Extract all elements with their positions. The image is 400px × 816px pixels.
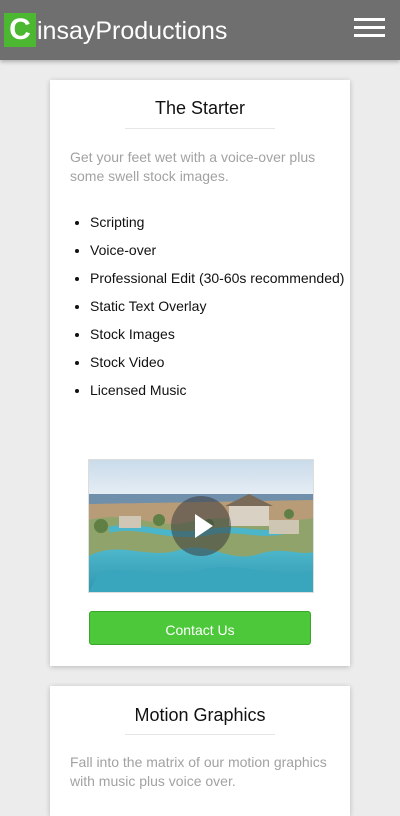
package-description: Fall into the matrix of our motion graph…	[70, 754, 327, 789]
feature-item: Scripting	[90, 214, 350, 231]
logo-icon[interactable]: C	[4, 13, 36, 47]
package-card-motion-graphics: Motion Graphics Fall into the matrix of …	[50, 686, 350, 816]
package-title: The Starter	[154, 98, 246, 118]
feature-item: Professional Edit (30-60s recommended)	[90, 270, 350, 287]
feature-item: Stock Video	[90, 354, 350, 371]
video-thumbnail[interactable]	[88, 459, 314, 593]
title-divider	[125, 128, 275, 129]
brand-name[interactable]: insayProductions	[37, 15, 227, 47]
feature-item: Stock Images	[90, 326, 350, 343]
site-header: C insayProductions	[0, 0, 400, 60]
contact-us-button[interactable]: Contact Us	[89, 611, 311, 645]
menu-bar	[354, 26, 385, 29]
menu-bar	[354, 18, 385, 21]
feature-item: Voice-over	[90, 242, 350, 259]
hamburger-icon[interactable]	[354, 18, 385, 42]
menu-bar	[354, 34, 385, 37]
package-card-starter: The Starter Get your feet wet with a voi…	[50, 80, 350, 666]
feature-item: Licensed Music	[90, 382, 350, 399]
feature-list: Scripting Voice-over Professional Edit (…	[70, 214, 350, 399]
play-icon[interactable]	[171, 496, 231, 556]
feature-item: Static Text Overlay	[90, 298, 350, 315]
package-title: Motion Graphics	[134, 705, 266, 725]
package-description: Get your feet wet with a voice-over plus…	[70, 149, 316, 184]
title-divider	[125, 734, 275, 735]
